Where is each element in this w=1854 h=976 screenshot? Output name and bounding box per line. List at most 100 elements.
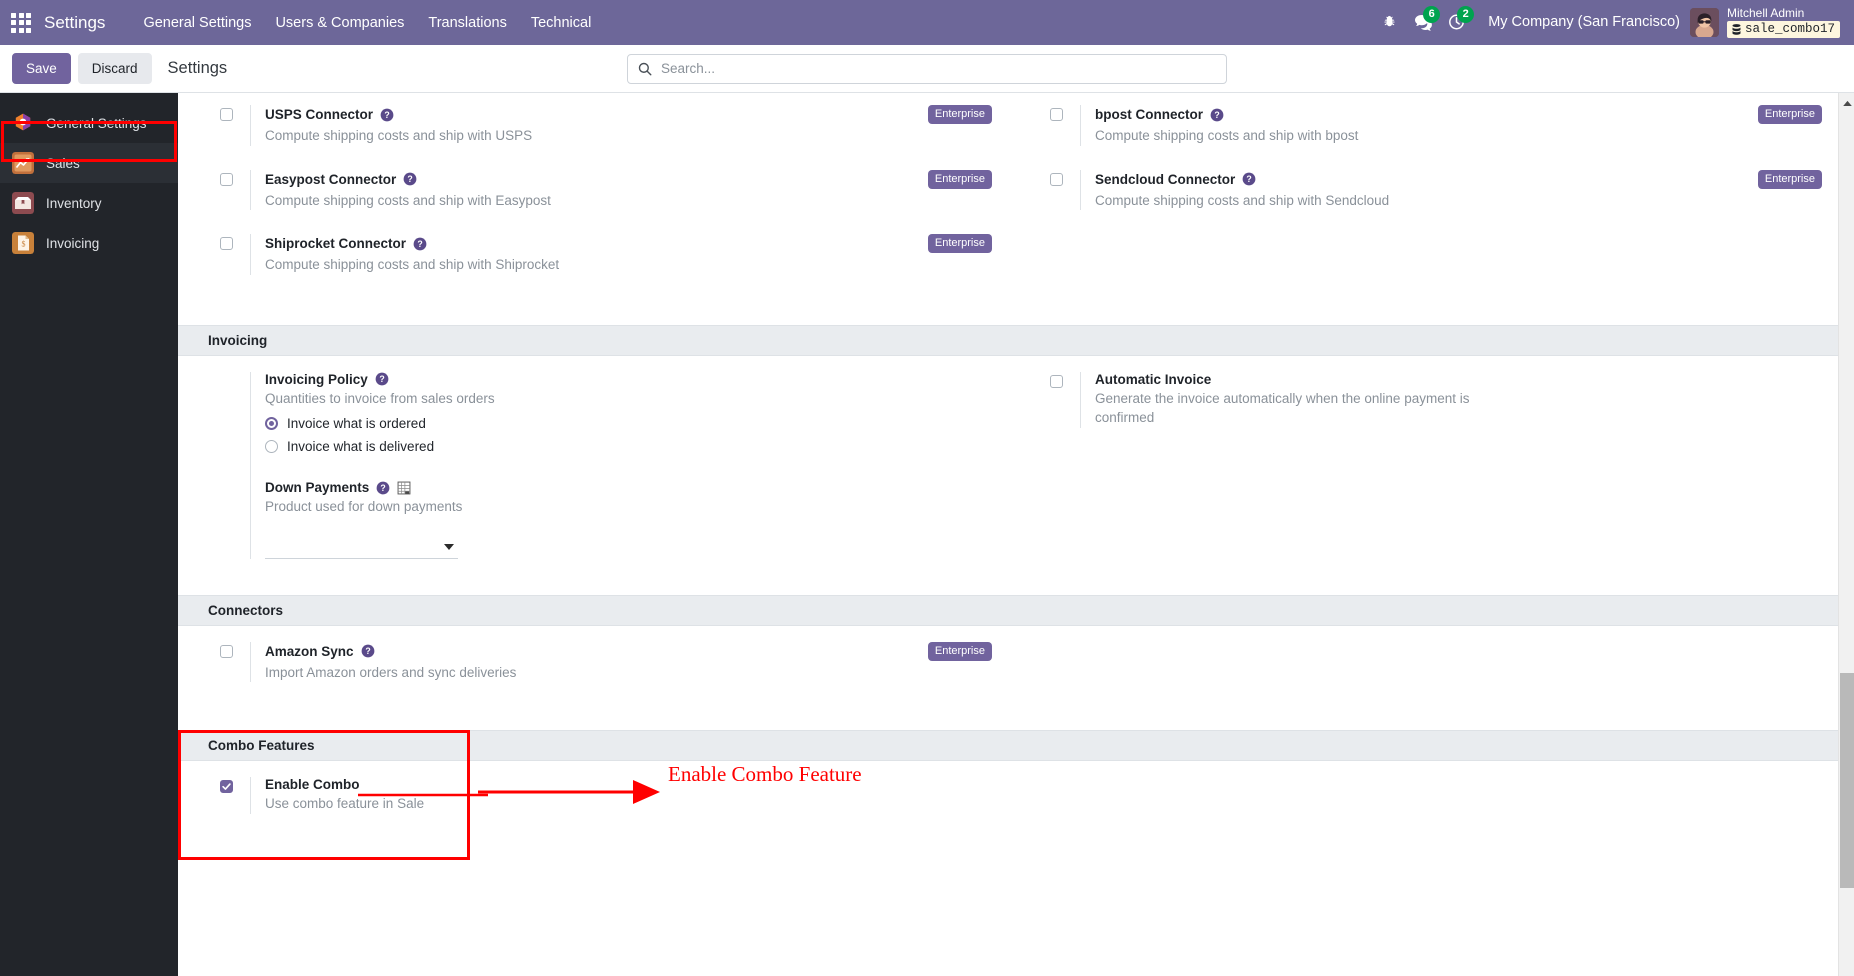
setting-usps-connector: USPS Connector ? Enterprise Compute ship… xyxy=(178,93,1008,158)
top-navbar: Settings General Settings Users & Compan… xyxy=(0,0,1854,45)
amazon-sync-body: Amazon Sync ? Enterprise Import Amazon o… xyxy=(250,641,992,683)
company-switcher[interactable]: My Company (San Francisco) xyxy=(1488,14,1680,30)
app-brand-title[interactable]: Settings xyxy=(44,13,105,33)
setting-title: Easypost Connector xyxy=(265,171,397,187)
question-circle-icon[interactable]: ? xyxy=(413,237,427,251)
combo-row: Enable Combo Use combo feature in Sale xyxy=(178,761,1838,826)
setting-description: Product used for down payments xyxy=(265,499,463,515)
sidebar-item-inventory[interactable]: Inventory xyxy=(0,183,178,223)
settings-content: USPS Connector ? Enterprise Compute ship… xyxy=(178,93,1854,976)
sidebar-item-label: General Settings xyxy=(46,115,147,131)
sidebar-item-label: Invoicing xyxy=(46,235,100,251)
setting-shiprocket-connector: Shiprocket Connector ? Enterprise Comput… xyxy=(178,222,1008,287)
question-circle-icon[interactable]: ? xyxy=(403,172,417,186)
connector-col-sendcloud: Sendcloud Connector ? Enterprise Compute… xyxy=(1008,158,1838,223)
nav-menu-item-technical[interactable]: Technical xyxy=(519,9,603,37)
usps-connector-body: USPS Connector ? Enterprise Compute ship… xyxy=(250,105,992,146)
invoicing-document-icon: $ xyxy=(12,232,34,254)
bug-icon[interactable] xyxy=(1372,7,1406,37)
connector-col-shiprocket: Shiprocket Connector ? Enterprise Comput… xyxy=(178,222,1008,287)
setting-title: Sendcloud Connector xyxy=(1095,171,1236,187)
setting-title: Down Payments xyxy=(265,480,370,496)
avatar[interactable] xyxy=(1689,7,1719,37)
sidebar-item-sales[interactable]: Sales xyxy=(0,143,178,183)
connector-row-2: Easypost Connector ? Enterprise Compute … xyxy=(178,158,1838,223)
combo-col: Enable Combo Use combo feature in Sale xyxy=(178,761,1008,826)
setting-title: USPS Connector xyxy=(265,107,374,122)
invoicing-right-col: Automatic Invoice Generate the invoice a… xyxy=(1008,356,1838,571)
save-button[interactable]: Save xyxy=(12,52,71,85)
annotation-text: Enable Combo Feature xyxy=(668,762,862,787)
scrollbar-up-arrow-icon[interactable] xyxy=(1839,96,1854,110)
sidebar-item-invoicing[interactable]: $ Invoicing xyxy=(0,223,178,263)
enable-combo-body: Enable Combo Use combo feature in Sale xyxy=(250,777,992,814)
search-bar-wrap xyxy=(627,53,1227,84)
database-name: sale_combo17 xyxy=(1744,22,1835,37)
settings-scroll-area: USPS Connector ? Enterprise Compute ship… xyxy=(178,93,1838,976)
radio-invoice-delivered[interactable]: Invoice what is delivered xyxy=(265,439,992,454)
sendcloud-connector-body: Sendcloud Connector ? Enterprise Compute… xyxy=(1080,169,1822,211)
setting-title: Automatic Invoice xyxy=(1095,371,1212,387)
search-input[interactable] xyxy=(661,61,1216,76)
enable-combo-checkbox[interactable] xyxy=(220,780,233,794)
nav-menu-item-translations[interactable]: Translations xyxy=(416,9,518,37)
setting-bpost-connector: bpost Connector ? Enterprise Compute shi… xyxy=(1008,93,1838,158)
amazon-col: Amazon Sync ? Enterprise Import Amazon o… xyxy=(178,626,1008,695)
radio-dot-delivered[interactable] xyxy=(265,440,278,454)
question-circle-icon[interactable]: ? xyxy=(375,372,389,386)
messages-count-badge: 6 xyxy=(1423,6,1441,24)
shiprocket-connector-body: Shiprocket Connector ? Enterprise Comput… xyxy=(250,234,992,275)
spreadsheet-icon[interactable] xyxy=(397,481,411,495)
discard-button[interactable]: Discard xyxy=(77,52,152,85)
question-circle-icon[interactable]: ? xyxy=(1210,108,1224,122)
question-circle-icon[interactable]: ? xyxy=(1242,172,1256,186)
activities-clock-icon[interactable]: 2 xyxy=(1440,6,1475,37)
sidebar-item-general-settings[interactable]: General Settings xyxy=(0,103,178,143)
down-payments-product-select[interactable] xyxy=(265,537,458,559)
question-circle-icon[interactable]: ? xyxy=(380,108,394,122)
combo-features-wrap: Combo Features Enable Combo Use combo fe… xyxy=(178,730,1838,861)
invoicing-area: Invoicing Policy ? Quantities to invoice… xyxy=(178,356,1838,595)
section-header-combo-features: Combo Features xyxy=(178,730,1838,762)
shiprocket-connector-checkbox[interactable] xyxy=(220,237,233,251)
enterprise-badge: Enterprise xyxy=(1757,105,1822,124)
bpost-connector-checkbox[interactable] xyxy=(1050,108,1063,121)
easypost-connector-checkbox[interactable] xyxy=(220,172,233,186)
enterprise-badge: Enterprise xyxy=(927,641,992,661)
caret-down-icon[interactable] xyxy=(444,543,454,551)
database-icon xyxy=(1732,24,1741,36)
messages-chat-icon[interactable]: 6 xyxy=(1406,6,1441,37)
nav-menu-item-general-settings[interactable]: General Settings xyxy=(131,9,263,37)
vertical-scrollbar[interactable] xyxy=(1838,93,1854,976)
search-bar[interactable] xyxy=(627,53,1227,84)
question-circle-icon[interactable]: ? xyxy=(376,481,390,495)
svg-text:?: ? xyxy=(365,646,370,656)
sendcloud-connector-checkbox[interactable] xyxy=(1050,172,1063,186)
svg-text:?: ? xyxy=(408,174,413,184)
nav-menu-item-users-companies[interactable]: Users & Companies xyxy=(263,9,416,37)
amazon-sync-checkbox[interactable] xyxy=(220,644,233,658)
setting-description: Use combo feature in Sale xyxy=(265,796,425,812)
question-circle-icon[interactable]: ? xyxy=(361,644,375,658)
user-menu[interactable]: Mitchell Admin sale_combo17 xyxy=(1726,6,1840,39)
settings-sidebar: General Settings Sales Inventory $ Invoi… xyxy=(0,93,178,976)
checkmark-icon xyxy=(222,783,231,791)
invoicing-row: Invoicing Policy ? Quantities to invoice… xyxy=(178,356,1838,571)
automatic-invoice-checkbox[interactable] xyxy=(1050,374,1063,388)
control-panel: Save Discard Settings xyxy=(0,45,1854,93)
setting-description: Compute shipping costs and ship with Eas… xyxy=(265,192,551,208)
usps-connector-checkbox[interactable] xyxy=(220,108,233,121)
svg-text:?: ? xyxy=(381,483,386,493)
radio-dot-ordered[interactable] xyxy=(265,417,278,431)
scrollbar-thumb[interactable] xyxy=(1840,673,1854,888)
activities-count-badge: 2 xyxy=(1457,6,1475,24)
combo-empty-col xyxy=(1008,761,1838,826)
svg-text:?: ? xyxy=(417,239,422,249)
radio-invoice-ordered[interactable]: Invoice what is ordered xyxy=(265,416,992,431)
combo-area: Enable Combo Use combo feature in Sale xyxy=(178,761,1838,826)
bpost-connector-body: bpost Connector ? Enterprise Compute shi… xyxy=(1080,105,1822,146)
sidebar-item-label: Inventory xyxy=(46,195,102,211)
apps-grid-icon[interactable] xyxy=(8,11,34,35)
nav-menu: General Settings Users & Companies Trans… xyxy=(131,9,603,37)
svg-text:?: ? xyxy=(1214,110,1219,120)
